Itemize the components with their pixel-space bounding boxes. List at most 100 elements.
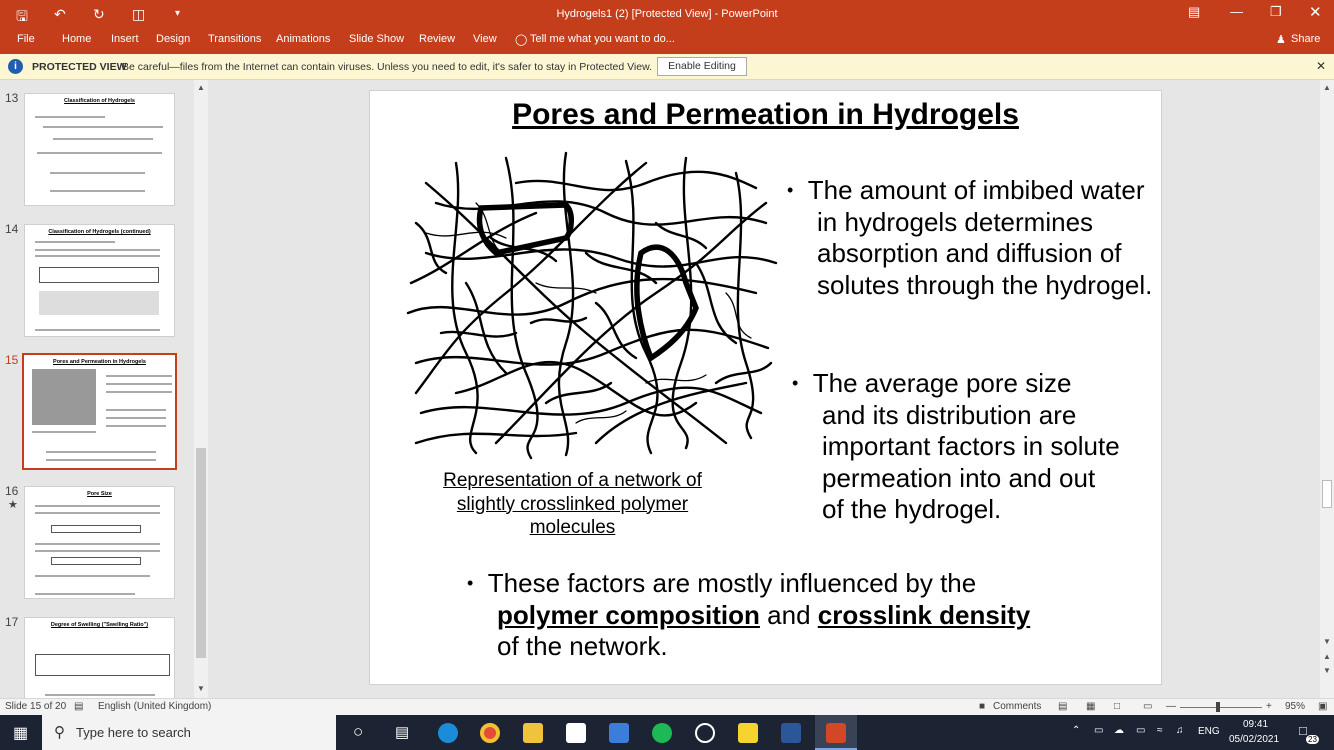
slide-thumbnail-13[interactable]: Classification of Hydrogels (24, 93, 175, 206)
slide-thumbnails-pane: 13 Classification of Hydrogels 14 Classi… (0, 80, 209, 698)
close-icon[interactable]: ✕ (1309, 3, 1322, 21)
cortana-icon[interactable]: ○ (353, 722, 363, 742)
windows-start-icon[interactable]: ▦ (13, 723, 28, 743)
scroll-up-icon[interactable]: ▲ (197, 83, 205, 92)
enable-editing-button[interactable]: Enable Editing (657, 57, 747, 76)
info-icon: i (8, 59, 23, 74)
bullet-dot-icon: • (792, 373, 799, 393)
thumb-number: 15 (5, 353, 19, 367)
tab-file[interactable]: File (17, 33, 35, 45)
tell-me-input[interactable]: Tell me what you want to do... (530, 33, 675, 45)
tab-slide-show[interactable]: Slide Show (349, 33, 404, 45)
ribbon-display-icon[interactable]: ▤ (1188, 4, 1200, 20)
word-icon[interactable] (781, 723, 801, 743)
thumb-title: Pores and Permeation in Hydrogels (53, 359, 146, 365)
language-indicator[interactable]: English (United Kingdom) (98, 701, 211, 712)
star-icon: ★ (8, 499, 18, 511)
bullet-dot-icon: • (787, 180, 794, 200)
tab-review[interactable]: Review (419, 33, 455, 45)
scroll-up-icon[interactable]: ▲ (1323, 83, 1331, 92)
slide-15[interactable]: Pores and Permeation in Hydrogels Repres… (369, 90, 1162, 685)
edge-icon[interactable] (438, 723, 458, 743)
store-icon[interactable] (566, 723, 586, 743)
ribbon-tabs: File Home Insert Design Transitions Anim… (0, 28, 1334, 54)
scroll-thumb[interactable] (1322, 480, 1332, 508)
tab-insert[interactable]: Insert (111, 33, 139, 45)
comments-icon[interactable]: ■ (979, 701, 985, 712)
crosslink-density-text: crosslink density (817, 599, 1031, 630)
language-tray[interactable]: ENG (1198, 726, 1220, 737)
clock-time[interactable]: 09:41 (1243, 719, 1268, 730)
share-button[interactable]: Share (1291, 33, 1320, 45)
thumb-title: Classification of Hydrogels (64, 98, 135, 104)
tab-view[interactable]: View (473, 33, 497, 45)
reading-view-icon[interactable]: □ (1114, 701, 1120, 712)
taskbar-search-input[interactable]: ⚲ Type here to search (42, 715, 336, 750)
fit-to-window-icon[interactable]: ▣ (1318, 701, 1327, 712)
minimize-icon[interactable]: — (1230, 4, 1243, 19)
tray-chevron-icon[interactable]: ⌃ (1072, 725, 1080, 736)
bullet-factors: • These factors are mostly influenced by… (467, 568, 1031, 661)
volume-icon[interactable]: ♫ (1176, 725, 1184, 736)
scroll-thumb[interactable] (196, 448, 206, 658)
chrome-icon[interactable] (480, 723, 500, 743)
zoom-slider-handle[interactable] (1216, 702, 1220, 712)
scroll-down-icon[interactable]: ▼ (197, 684, 205, 693)
file-explorer-icon[interactable] (523, 723, 543, 743)
mail-icon[interactable] (609, 723, 629, 743)
thumbnails-scrollbar[interactable]: ▲ ▼ (194, 80, 208, 698)
search-icon: ⚲ (54, 724, 65, 741)
slideshow-view-icon[interactable]: ▭ (1143, 701, 1152, 712)
thumb-number: 17 (5, 615, 19, 629)
meet-now-icon[interactable]: ▭ (1094, 725, 1103, 736)
windows-taskbar: ▦ ⚲ Type here to search ○ ▤ ⌃ ▭ ☁ ▭ ≈ ♫ … (0, 715, 1334, 750)
wifi-icon[interactable]: ≈ (1157, 725, 1163, 736)
tab-animations[interactable]: Animations (276, 33, 330, 45)
comments-button[interactable]: Comments (993, 701, 1041, 712)
thumb-title: Classification of Hydrogels (continued) (48, 229, 151, 235)
close-bar-icon[interactable]: ✕ (1316, 59, 1326, 73)
next-slide-icon[interactable]: ▼ (1323, 666, 1331, 675)
polymer-network-image (406, 151, 778, 460)
spotify-icon[interactable] (652, 723, 672, 743)
restore-icon[interactable]: ❐ (1270, 4, 1282, 20)
sticky-notes-icon[interactable] (738, 723, 758, 743)
thumb-number: 13 (5, 91, 19, 105)
bullet-imbibed-water: • The amount of imbibed water in hydroge… (787, 175, 1153, 300)
task-view-icon[interactable]: ▤ (395, 723, 409, 741)
zoom-level[interactable]: 95% (1285, 701, 1305, 712)
slide-title: Pores and Permeation in Hydrogels (512, 98, 1019, 131)
notification-count: 23 (1306, 735, 1319, 744)
powerpoint-taskbar-item[interactable] (815, 715, 857, 750)
slide-thumbnail-16[interactable]: Pore Size (24, 486, 175, 599)
tab-design[interactable]: Design (156, 33, 190, 45)
slide-thumbnail-14[interactable]: Classification of Hydrogels (continued) (24, 224, 175, 337)
slide-thumbnail-17[interactable]: Degree of Swelling ("Swelling Ratio") (24, 617, 175, 698)
scroll-down-icon[interactable]: ▼ (1323, 637, 1331, 646)
zoom-in-icon[interactable]: + (1266, 701, 1272, 712)
normal-view-icon[interactable]: ▤ (1058, 701, 1067, 712)
status-bar: Slide 15 of 20 ▤ English (United Kingdom… (0, 698, 1334, 715)
zoom-out-icon[interactable]: — (1166, 701, 1176, 712)
bullet-pore-size: • The average pore size and its distribu… (792, 368, 1120, 524)
thumb-title: Degree of Swelling ("Swelling Ratio") (50, 622, 149, 628)
spellcheck-icon[interactable]: ▤ (74, 701, 83, 712)
title-bar: 🖫 ↶ ↻ ◫ ▾ Hydrogels1 (2) [Protected View… (0, 0, 1334, 28)
notification-icon[interactable]: □ (1299, 723, 1307, 738)
slide-scrollbar[interactable]: ▲ ▼ ▲ ▼ (1320, 80, 1334, 698)
battery-icon[interactable]: ▭ (1136, 725, 1145, 736)
slide-thumbnail-15-selected[interactable]: Pores and Permeation in Hydrogels (22, 353, 177, 470)
previous-slide-icon[interactable]: ▲ (1323, 652, 1331, 661)
lightbulb-icon: ◯ (515, 34, 528, 46)
tab-transitions[interactable]: Transitions (208, 33, 261, 45)
window-title: Hydrogels1 (2) [Protected View] - PowerP… (556, 8, 778, 20)
protected-view-label: PROTECTED VIEW (32, 61, 127, 73)
zoom-slider[interactable] (1180, 707, 1262, 708)
protected-view-message: Be careful—files from the Internet can c… (122, 61, 652, 73)
clock-date[interactable]: 05/02/2021 (1229, 734, 1279, 745)
slide-sorter-icon[interactable]: ▦ (1086, 701, 1095, 712)
dell-icon[interactable] (695, 723, 715, 743)
onedrive-icon[interactable]: ☁ (1114, 725, 1124, 736)
tab-home[interactable]: Home (62, 33, 91, 45)
thumb-title: Pore Size (87, 491, 112, 497)
